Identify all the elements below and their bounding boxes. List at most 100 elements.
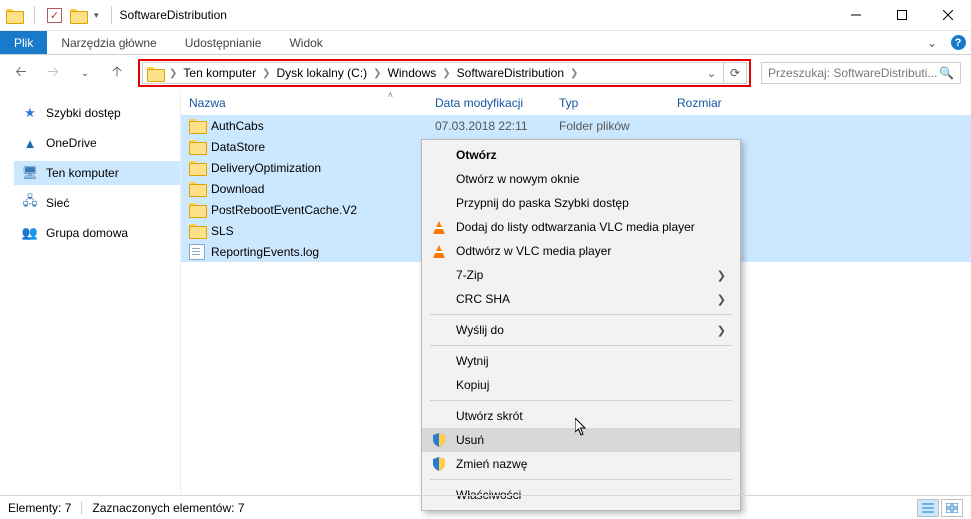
context-menu-label: Wyślij do <box>456 323 504 337</box>
context-menu-separator <box>430 345 732 346</box>
qat-properties-icon[interactable]: ✓ <box>47 8 62 23</box>
ribbon-tab-file[interactable]: Plik <box>0 31 47 54</box>
address-folder-icon <box>147 66 163 80</box>
context-menu-separator <box>430 400 732 401</box>
context-menu-label: Zmień nazwę <box>456 457 527 471</box>
crumb-sep[interactable]: ❯ <box>566 68 582 79</box>
search-placeholder: Przeszukaj: SoftwareDistributi... <box>768 66 937 80</box>
navpane-item-label: OneDrive <box>46 136 97 150</box>
column-header-name[interactable]: Nazwa˄ <box>189 96 435 110</box>
navigation-pane: ★ Szybki dostęp ▲ OneDrive 🖥 Ten komputer 🖧… <box>0 91 180 495</box>
context-menu-item[interactable]: Odtwórz w VLC media player <box>422 239 740 263</box>
crumb-windows[interactable]: Windows <box>386 66 439 80</box>
crumb-sep[interactable]: ❯ <box>369 68 385 79</box>
status-items-label: Elementy: <box>8 501 61 515</box>
qat-customize-icon[interactable]: ▾ <box>94 10 99 21</box>
file-name: ReportingEvents.log <box>211 245 435 259</box>
qat-newfolder-icon[interactable] <box>70 8 86 22</box>
maximize-button[interactable] <box>879 0 925 31</box>
status-divider <box>81 501 82 515</box>
context-menu: OtwórzOtwórz w nowym okniePrzypnij do pa… <box>421 139 741 511</box>
file-name: AuthCabs <box>211 119 435 133</box>
app-folder-icon <box>6 8 22 22</box>
group-icon: 👥 <box>22 225 38 241</box>
folder-icon <box>189 181 205 197</box>
help-button[interactable]: ? <box>945 31 971 54</box>
file-icon <box>189 244 205 260</box>
context-menu-label: Dodaj do listy odtwarzania VLC media pla… <box>456 220 695 234</box>
column-header-type[interactable]: Typ <box>559 96 677 110</box>
crumb-drive[interactable]: Dysk lokalny (C:) <box>274 66 369 80</box>
context-menu-item[interactable]: Przypnij do paska Szybki dostęp <box>422 191 740 215</box>
folder-icon <box>189 139 205 155</box>
address-bar-highlight: ❯ Ten komputer ❯ Dysk lokalny (C:) ❯ Win… <box>138 59 751 87</box>
context-menu-item[interactable]: Kopiuj <box>422 373 740 397</box>
context-menu-item[interactable]: CRC SHA ❯ <box>422 287 740 311</box>
context-menu-item[interactable]: Otwórz <box>422 143 740 167</box>
minimize-button[interactable] <box>833 0 879 31</box>
search-input[interactable]: Przeszukaj: SoftwareDistributi... 🔍 <box>761 62 961 84</box>
submenu-arrow-icon: ❯ <box>717 324 726 337</box>
context-menu-label: Odtwórz w VLC media player <box>456 244 611 258</box>
view-details-button[interactable] <box>917 499 939 517</box>
vlc-icon <box>430 218 448 236</box>
ribbon-expand-icon[interactable]: ⌄ <box>919 31 945 54</box>
close-button[interactable] <box>925 0 971 31</box>
navpane-item[interactable]: 🖧 Sieć <box>14 191 180 215</box>
context-menu-label: Usuń <box>456 433 484 447</box>
column-header-date[interactable]: Data modyfikacji <box>435 96 559 110</box>
file-date: 07.03.2018 22:11 <box>435 119 559 133</box>
crumb-sep[interactable]: ❯ <box>165 68 181 79</box>
ribbon-tab-home[interactable]: Narzędzia główne <box>47 31 170 54</box>
navpane-item[interactable]: 🖥 Ten komputer <box>14 161 180 185</box>
file-name: DeliveryOptimization <box>211 161 435 175</box>
context-menu-item[interactable]: Utwórz skrót <box>422 404 740 428</box>
navpane-item-label: Ten komputer <box>46 166 119 180</box>
navpane-item-label: Szybki dostęp <box>46 106 121 120</box>
navpane-item[interactable]: ▲ OneDrive <box>14 131 180 155</box>
view-large-icons-button[interactable] <box>941 499 963 517</box>
file-name: SLS <box>211 224 435 238</box>
submenu-arrow-icon: ❯ <box>717 293 726 306</box>
nav-back-button[interactable]: 🡠 <box>10 62 32 84</box>
crumb-sep[interactable]: ❯ <box>438 68 454 79</box>
crumb-thispc[interactable]: Ten komputer <box>181 66 258 80</box>
vlc-icon <box>430 242 448 260</box>
navpane-item[interactable]: 👥 Grupa domowa <box>14 221 180 245</box>
crumb-sep[interactable]: ❯ <box>258 68 274 79</box>
file-name: Download <box>211 182 435 196</box>
submenu-arrow-icon: ❯ <box>717 269 726 282</box>
refresh-button[interactable]: ⟳ <box>723 62 747 84</box>
qat-divider-2 <box>111 6 112 24</box>
nav-recent-dropdown[interactable]: ⌄ <box>74 62 96 84</box>
ribbon-tab-share[interactable]: Udostępnianie <box>171 31 276 54</box>
quick-access-toolbar: ✓ ▾ <box>0 6 116 24</box>
context-menu-separator <box>430 479 732 480</box>
context-menu-item[interactable]: Usuń <box>422 428 740 452</box>
context-menu-label: CRC SHA <box>456 292 510 306</box>
shield-icon <box>430 455 448 473</box>
ribbon-tab-view[interactable]: Widok <box>275 31 336 54</box>
context-menu-item[interactable]: Otwórz w nowym oknie <box>422 167 740 191</box>
net-icon: 🖧 <box>22 195 38 211</box>
context-menu-item[interactable]: Dodaj do listy odtwarzania VLC media pla… <box>422 215 740 239</box>
context-menu-label: Wytnij <box>456 354 489 368</box>
status-bar: Elementy: 7 Zaznaczonych elementów: 7 <box>0 495 971 519</box>
address-dropdown-button[interactable]: ⌄ <box>700 62 724 84</box>
file-type: Folder plików <box>559 119 677 133</box>
context-menu-item[interactable]: 7-Zip❯ <box>422 263 740 287</box>
column-headers: Nazwa˄ Data modyfikacji Typ Rozmiar <box>181 91 971 115</box>
file-name: DataStore <box>211 140 435 154</box>
nav-up-button[interactable]: 🡡 <box>106 62 128 84</box>
context-menu-item[interactable]: Wyślij do ❯ <box>422 318 740 342</box>
context-menu-item[interactable]: Wytnij <box>422 349 740 373</box>
address-bar[interactable]: ❯ Ten komputer ❯ Dysk lokalny (C:) ❯ Win… <box>142 62 700 84</box>
context-menu-separator <box>430 314 732 315</box>
column-header-size[interactable]: Rozmiar <box>677 96 757 110</box>
qat-divider <box>34 6 35 24</box>
file-row[interactable]: AuthCabs07.03.2018 22:11Folder plików <box>181 115 971 136</box>
crumb-swdist[interactable]: SoftwareDistribution <box>455 66 566 80</box>
context-menu-item[interactable]: Zmień nazwę <box>422 452 740 476</box>
nav-forward-button[interactable]: 🡢 <box>42 62 64 84</box>
navpane-item[interactable]: ★ Szybki dostęp <box>14 101 180 125</box>
